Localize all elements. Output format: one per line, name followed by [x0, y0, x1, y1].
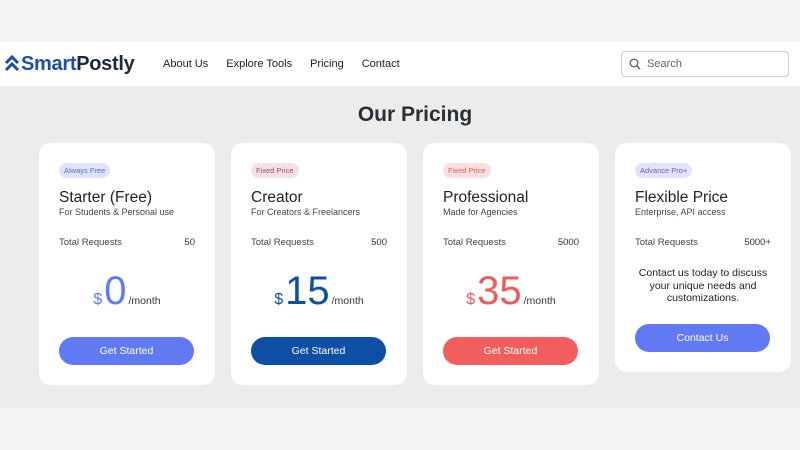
nav-contact[interactable]: Contact [362, 58, 400, 70]
pricing-card-flexible: Advance Pro+ Flexible Price Enterprise, … [615, 143, 791, 372]
contact-us-button[interactable]: Contact Us [635, 324, 770, 352]
requests-label: Total Requests [251, 237, 314, 248]
pricing-card-starter: Always Free Starter (Free) For Students … [39, 143, 215, 385]
requests-value: 5000+ [744, 237, 771, 248]
plan-badge: Fixed Price [251, 163, 299, 178]
get-started-button-starter[interactable]: Get Started [59, 337, 194, 365]
get-started-button-professional[interactable]: Get Started [443, 337, 578, 365]
price-amount: 0 [104, 269, 127, 313]
search-icon [629, 58, 641, 70]
plan-subtitle: For Students & Personal use [59, 207, 175, 217]
requests-value: 50 [184, 237, 195, 248]
price-amount: 15 [285, 269, 330, 313]
price-currency: $ [93, 291, 103, 308]
top-navbar: SmartPostly About Us Explore Tools Prici… [0, 42, 800, 86]
plan-subtitle: Enterprise, API access [635, 207, 726, 217]
plan-badge: Advance Pro+ [635, 163, 693, 178]
plan-name: Starter (Free) [59, 189, 153, 206]
logo-chevron-icon [4, 55, 20, 72]
requests-value: 500 [371, 237, 387, 248]
price-currency: $ [466, 291, 476, 308]
section-title: Our Pricing [357, 103, 473, 126]
search-input[interactable] [647, 58, 777, 70]
plan-subtitle: Made for Agencies [443, 207, 518, 217]
brand-name-part2: Postly [76, 52, 135, 75]
brand-name-part1: Smart [21, 52, 77, 75]
pricing-card-professional: Fixed Price Professional Made for Agenci… [423, 143, 599, 385]
plan-name: Creator [251, 189, 303, 206]
price-period: /month [128, 295, 161, 307]
plan-price: $ 15 /month [231, 269, 407, 313]
plan-price: $ 0 /month [39, 269, 215, 313]
nav-pricing[interactable]: Pricing [310, 58, 344, 70]
brand-logo[interactable]: SmartPostly [4, 52, 135, 76]
plan-badge: Fixed Price [443, 163, 491, 178]
plan-subtitle: For Creators & Freelancers [251, 207, 361, 217]
requests-label: Total Requests [635, 237, 698, 248]
price-amount: 35 [477, 269, 522, 313]
nav-links: About Us Explore Tools Pricing Contact [163, 42, 418, 86]
plan-name: Flexible Price [635, 189, 729, 206]
contact-description: Contact us today to discuss your unique … [638, 267, 768, 304]
search-box[interactable] [621, 51, 789, 77]
requests-label: Total Requests [443, 237, 506, 248]
price-currency: $ [274, 291, 284, 308]
nav-explore-tools[interactable]: Explore Tools [226, 58, 292, 70]
price-period: /month [523, 295, 556, 307]
nav-about-us[interactable]: About Us [163, 58, 208, 70]
price-period: /month [331, 295, 364, 307]
brand-name: SmartPostly [21, 52, 135, 76]
requests-value: 5000 [557, 237, 579, 248]
get-started-button-creator[interactable]: Get Started [251, 337, 386, 365]
pricing-card-creator: Fixed Price Creator For Creators & Freel… [231, 143, 407, 385]
requests-label: Total Requests [59, 237, 122, 248]
plan-name: Professional [443, 189, 529, 206]
plan-price: $ 35 /month [423, 269, 599, 313]
plan-badge: Always Free [59, 163, 111, 178]
